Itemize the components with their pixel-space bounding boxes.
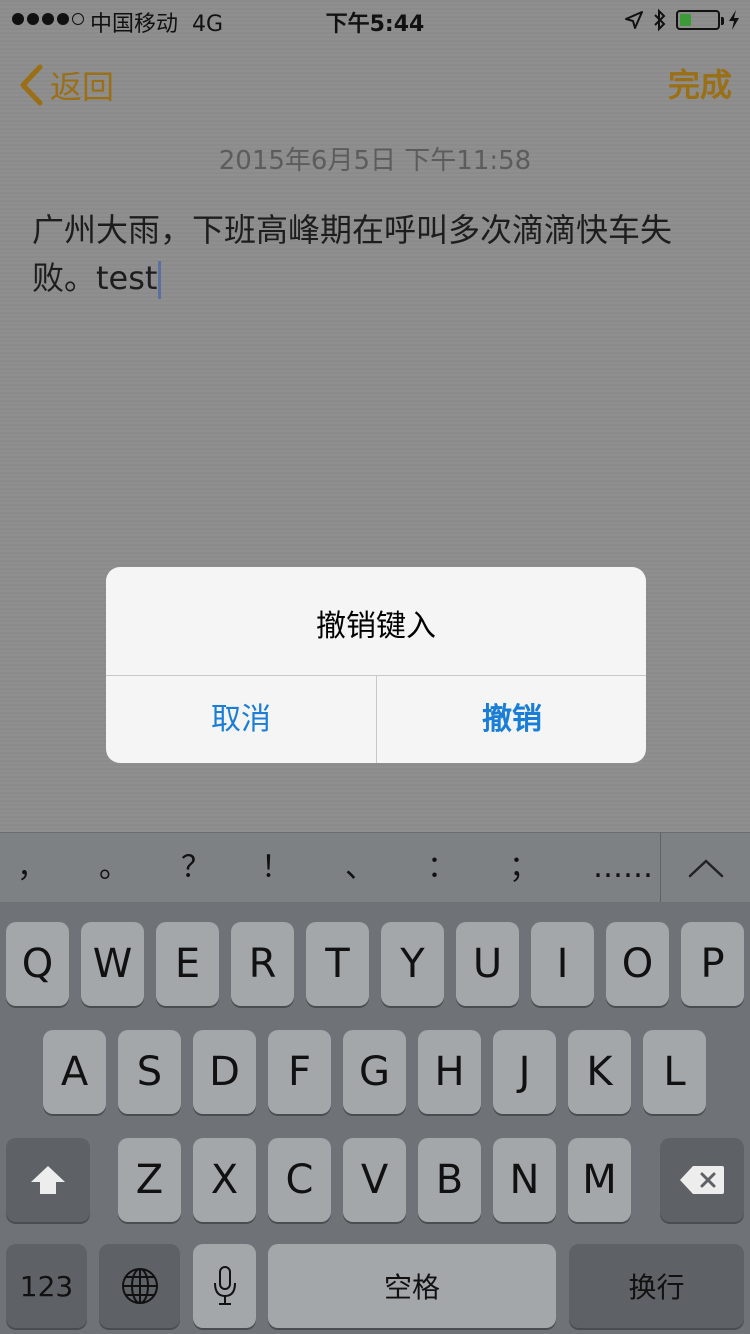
key-j[interactable]: J	[493, 1030, 556, 1114]
key-m[interactable]: M	[568, 1138, 631, 1222]
key-u[interactable]: U	[456, 922, 519, 1006]
key-h[interactable]: H	[418, 1030, 481, 1114]
punct-period[interactable]: 。	[84, 843, 144, 893]
alert-title: 撤销键入	[316, 609, 436, 644]
key-b[interactable]: B	[418, 1138, 481, 1222]
key-p[interactable]: P	[681, 922, 744, 1006]
key-a[interactable]: A	[43, 1030, 106, 1114]
cancel-button[interactable]: 取消	[106, 676, 376, 763]
punct-exclaim[interactable]: ！	[246, 843, 306, 893]
delete-key[interactable]	[660, 1138, 744, 1222]
key-x[interactable]: X	[193, 1138, 256, 1222]
keyboard: Q W E R T Y U I O P A S D F G H J K L Z …	[0, 902, 750, 1334]
note-text-editor[interactable]: 广州大雨，下班高峰期在呼叫多次滴滴快车失败。test	[32, 206, 722, 302]
undo-button[interactable]: 撤销	[377, 676, 646, 763]
key-g[interactable]: G	[343, 1030, 406, 1114]
undo-typing-alert: 撤销键入 取消 撤销	[106, 567, 646, 763]
key-n[interactable]: N	[493, 1138, 556, 1222]
key-z[interactable]: Z	[118, 1138, 181, 1222]
return-key[interactable]: 换行	[569, 1244, 744, 1328]
note-text: 广州大雨，下班高峰期在呼叫多次滴滴快车失败。test	[32, 211, 673, 297]
key-k[interactable]: K	[568, 1030, 631, 1114]
punct-question[interactable]: ？	[166, 843, 226, 893]
text-cursor	[158, 261, 162, 299]
status-right-group	[624, 8, 740, 32]
space-key[interactable]: 空格	[268, 1244, 556, 1328]
collapse-button[interactable]	[661, 833, 750, 903]
key-r[interactable]: R	[231, 922, 294, 1006]
key-i[interactable]: I	[531, 922, 594, 1006]
punct-ellipsis[interactable]: ……	[586, 843, 660, 893]
key-d[interactable]: D	[193, 1030, 256, 1114]
globe-key[interactable]	[99, 1244, 180, 1328]
numbers-key[interactable]: 123	[6, 1244, 87, 1328]
key-y[interactable]: Y	[381, 922, 444, 1006]
punctuation-bar: ， 。 ？ ！ 、 ： ； ……	[0, 832, 750, 903]
key-c[interactable]: C	[268, 1138, 331, 1222]
back-button[interactable]: 返回	[18, 62, 114, 108]
key-l[interactable]: L	[643, 1030, 706, 1114]
chevron-up-icon	[688, 859, 723, 878]
bluetooth-icon	[654, 8, 666, 32]
status-bar: 中国移动 4G 下午5:44	[0, 0, 750, 40]
punct-colon[interactable]: ：	[412, 843, 472, 893]
battery-icon	[676, 10, 724, 30]
note-date: 2015年6月5日 下午11:58	[218, 146, 532, 176]
delete-icon	[680, 1166, 724, 1194]
key-t[interactable]: T	[306, 922, 369, 1006]
key-s[interactable]: S	[118, 1030, 181, 1114]
notes-screen: 中国移动 4G 下午5:44 返回 完成 2015年6月5日 下午11:58 广…	[0, 0, 750, 1334]
microphone-icon	[213, 1266, 236, 1305]
shift-icon	[31, 1166, 65, 1194]
key-v[interactable]: V	[343, 1138, 406, 1222]
globe-icon	[121, 1268, 158, 1304]
punct-comma[interactable]: ，	[2, 843, 62, 893]
microphone-key[interactable]	[193, 1244, 256, 1328]
charging-icon	[729, 10, 739, 30]
key-f[interactable]: F	[268, 1030, 331, 1114]
location-icon	[625, 11, 643, 29]
punct-semicolon[interactable]: ；	[494, 843, 554, 893]
shift-key[interactable]	[6, 1138, 90, 1222]
key-w[interactable]: W	[81, 922, 144, 1006]
key-o[interactable]: O	[606, 922, 669, 1006]
done-button[interactable]: 完成	[668, 62, 732, 108]
chevron-left-icon	[20, 64, 43, 106]
punct-enum-comma[interactable]: 、	[330, 843, 390, 893]
key-e[interactable]: E	[156, 922, 219, 1006]
back-label: 返回	[50, 68, 115, 106]
key-q[interactable]: Q	[6, 922, 69, 1006]
